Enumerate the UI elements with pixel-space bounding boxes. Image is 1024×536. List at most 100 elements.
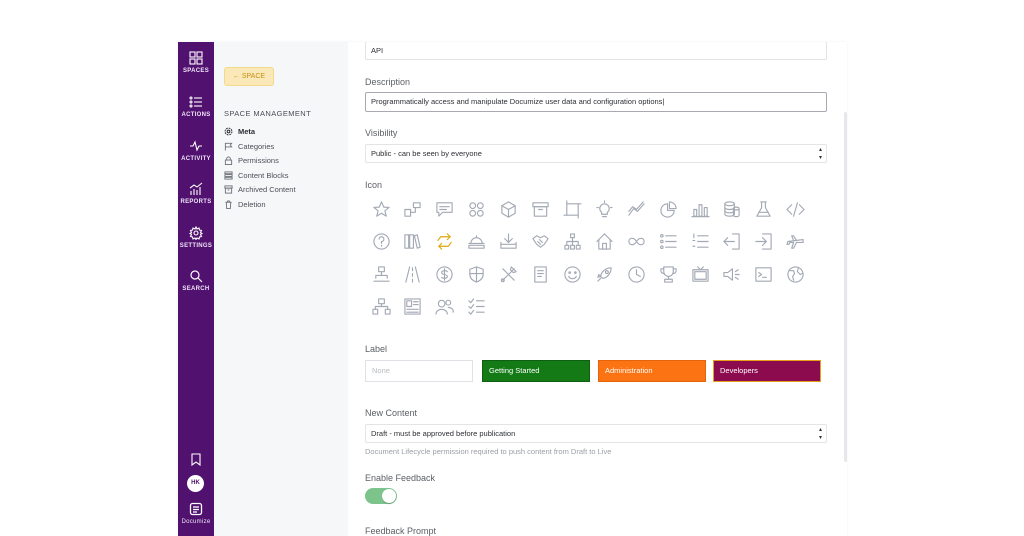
brand-logo[interactable]: Documize [178, 502, 214, 525]
sidebar-item-label: Deletion [238, 199, 266, 209]
icon-option-library[interactable] [402, 231, 424, 253]
icon-option-road[interactable] [402, 263, 424, 285]
nav-reports[interactable]: REPORTS [178, 182, 214, 205]
icon-option-plane[interactable] [785, 231, 807, 253]
icon-option-globe[interactable] [785, 263, 807, 285]
icon-option-tools[interactable] [498, 263, 520, 285]
icon-option-flow[interactable] [370, 296, 392, 318]
icon-option-bulb[interactable] [593, 198, 615, 220]
icon-option-dollar[interactable] [434, 263, 456, 285]
icon-option-tv[interactable] [689, 263, 711, 285]
icon-option-bar-chart[interactable] [689, 198, 711, 220]
icon-option-crop[interactable] [561, 198, 583, 220]
icon-option-help[interactable] [370, 231, 392, 253]
space-meta-form: API Description Programmatically access … [348, 42, 847, 536]
new-content-select[interactable]: Draft - must be approved before publicat… [365, 424, 827, 443]
description-input[interactable]: Programmatically access and manipulate D… [365, 92, 827, 112]
icon-option-smile[interactable] [561, 263, 583, 285]
icon-option-sync[interactable] [434, 231, 456, 253]
nav-spaces[interactable]: SPACES [178, 51, 214, 74]
icon-option-bell-tray[interactable] [466, 231, 488, 253]
icon-option-users[interactable] [434, 296, 456, 318]
icon-option-numbered-list[interactable] [689, 231, 711, 253]
feedback-prompt-label: Feedback Prompt [365, 526, 437, 536]
icon-option-code[interactable] [785, 198, 807, 220]
plane-icon [786, 235, 804, 249]
icon-option-newspaper[interactable] [402, 296, 424, 318]
bulb-icon [596, 199, 613, 217]
icon-option-handshake[interactable] [530, 231, 552, 253]
database-icon [724, 200, 741, 217]
trophy-icon [659, 265, 677, 283]
icon-option-star[interactable] [370, 198, 392, 220]
rocket-icon [597, 266, 612, 282]
smile-icon [564, 265, 581, 283]
sidebar-item-content-blocks[interactable]: Content Blocks [224, 169, 288, 181]
visibility-select[interactable]: Public - can be seen by everyone ▴ ▾ [365, 144, 827, 163]
icon-option-box[interactable] [530, 198, 552, 220]
icon-option-cube[interactable] [498, 198, 520, 220]
flask-icon [756, 200, 772, 217]
icon-option-infinity[interactable] [625, 231, 647, 253]
nav-search-label: SEARCH [182, 286, 210, 292]
sidebar-item-categories[interactable]: Categories [224, 140, 274, 152]
sidebar-item-archived-content[interactable]: Archived Content [224, 183, 296, 195]
enter-icon [755, 233, 772, 250]
lock-icon [224, 155, 233, 165]
checklist-icon [468, 298, 485, 315]
icon-option-exit[interactable] [721, 231, 743, 253]
icon-option-bullet-list[interactable] [657, 231, 679, 253]
back-to-space-button[interactable]: ← SPACE [224, 67, 274, 86]
icon-option-terminal[interactable] [753, 263, 775, 285]
space-name-input[interactable]: API [365, 42, 827, 60]
pie-icon [659, 200, 677, 218]
label-developers[interactable]: Developers [713, 360, 821, 382]
nav-settings[interactable]: SETTINGS [178, 226, 214, 249]
document-icon [534, 265, 547, 283]
icon-label: Icon [365, 180, 383, 190]
icon-option-speaker[interactable] [721, 263, 743, 285]
sidebar-item-label: Content Blocks [238, 170, 289, 180]
icon-option-document[interactable] [530, 263, 552, 285]
icon-option-org[interactable] [402, 198, 424, 220]
icon-option-flask[interactable] [753, 198, 775, 220]
icon-option-hierarchy[interactable] [561, 231, 583, 253]
sidebar-item-label: Categories [238, 141, 275, 151]
sidebar-item-meta[interactable]: Meta [224, 125, 255, 137]
label-administration[interactable]: Administration [598, 360, 706, 382]
icon-option-home[interactable] [593, 231, 615, 253]
icon-option-hierarchy-small[interactable] [370, 263, 392, 285]
flag-icon [224, 142, 233, 151]
icon-option-pie[interactable] [657, 198, 679, 220]
icon-option-trophy[interactable] [657, 263, 679, 285]
nav-actions[interactable]: ACTIONS [178, 95, 214, 118]
icon-option-shield[interactable] [466, 263, 488, 285]
new-content-value: Draft - must be approved before publicat… [371, 429, 516, 438]
exit-icon [723, 233, 741, 250]
label-none-option[interactable]: None [365, 360, 473, 382]
icon-option-trend[interactable] [625, 198, 647, 220]
icon-option-apps[interactable] [466, 198, 488, 220]
sidebar-item-label: Meta [238, 126, 256, 136]
avatar[interactable]: HK [187, 475, 204, 492]
nav-activity[interactable]: ACTIVITY [178, 139, 214, 162]
sidebar-item-permissions[interactable]: Permissions [224, 154, 279, 166]
icon-option-chat[interactable] [434, 198, 456, 220]
icon-option-enter[interactable] [753, 231, 775, 253]
icon-option-database[interactable] [721, 198, 743, 220]
nav-rail: SPACES ACTIONS ACTIVITY REPORTS SETTINGS… [178, 42, 214, 536]
description-label: Description [365, 77, 411, 87]
sidebar-item-deletion[interactable]: Deletion [224, 198, 266, 210]
label-getting-started[interactable]: Getting Started [482, 360, 590, 382]
enable-feedback-toggle[interactable] [365, 488, 397, 504]
app-window: SPACES ACTIONS ACTIVITY REPORTS SETTINGS… [178, 42, 847, 536]
scrollbar[interactable] [844, 112, 847, 462]
dollar-icon [436, 265, 453, 283]
nav-search[interactable]: SEARCH [178, 269, 214, 292]
icon-option-rocket[interactable] [593, 263, 615, 285]
icon-option-download-tray[interactable] [498, 231, 520, 253]
icon-option-clock[interactable] [625, 263, 647, 285]
icon-option-checklist[interactable] [466, 296, 488, 318]
bookmark-button[interactable] [178, 453, 214, 466]
sync-icon [437, 233, 453, 250]
